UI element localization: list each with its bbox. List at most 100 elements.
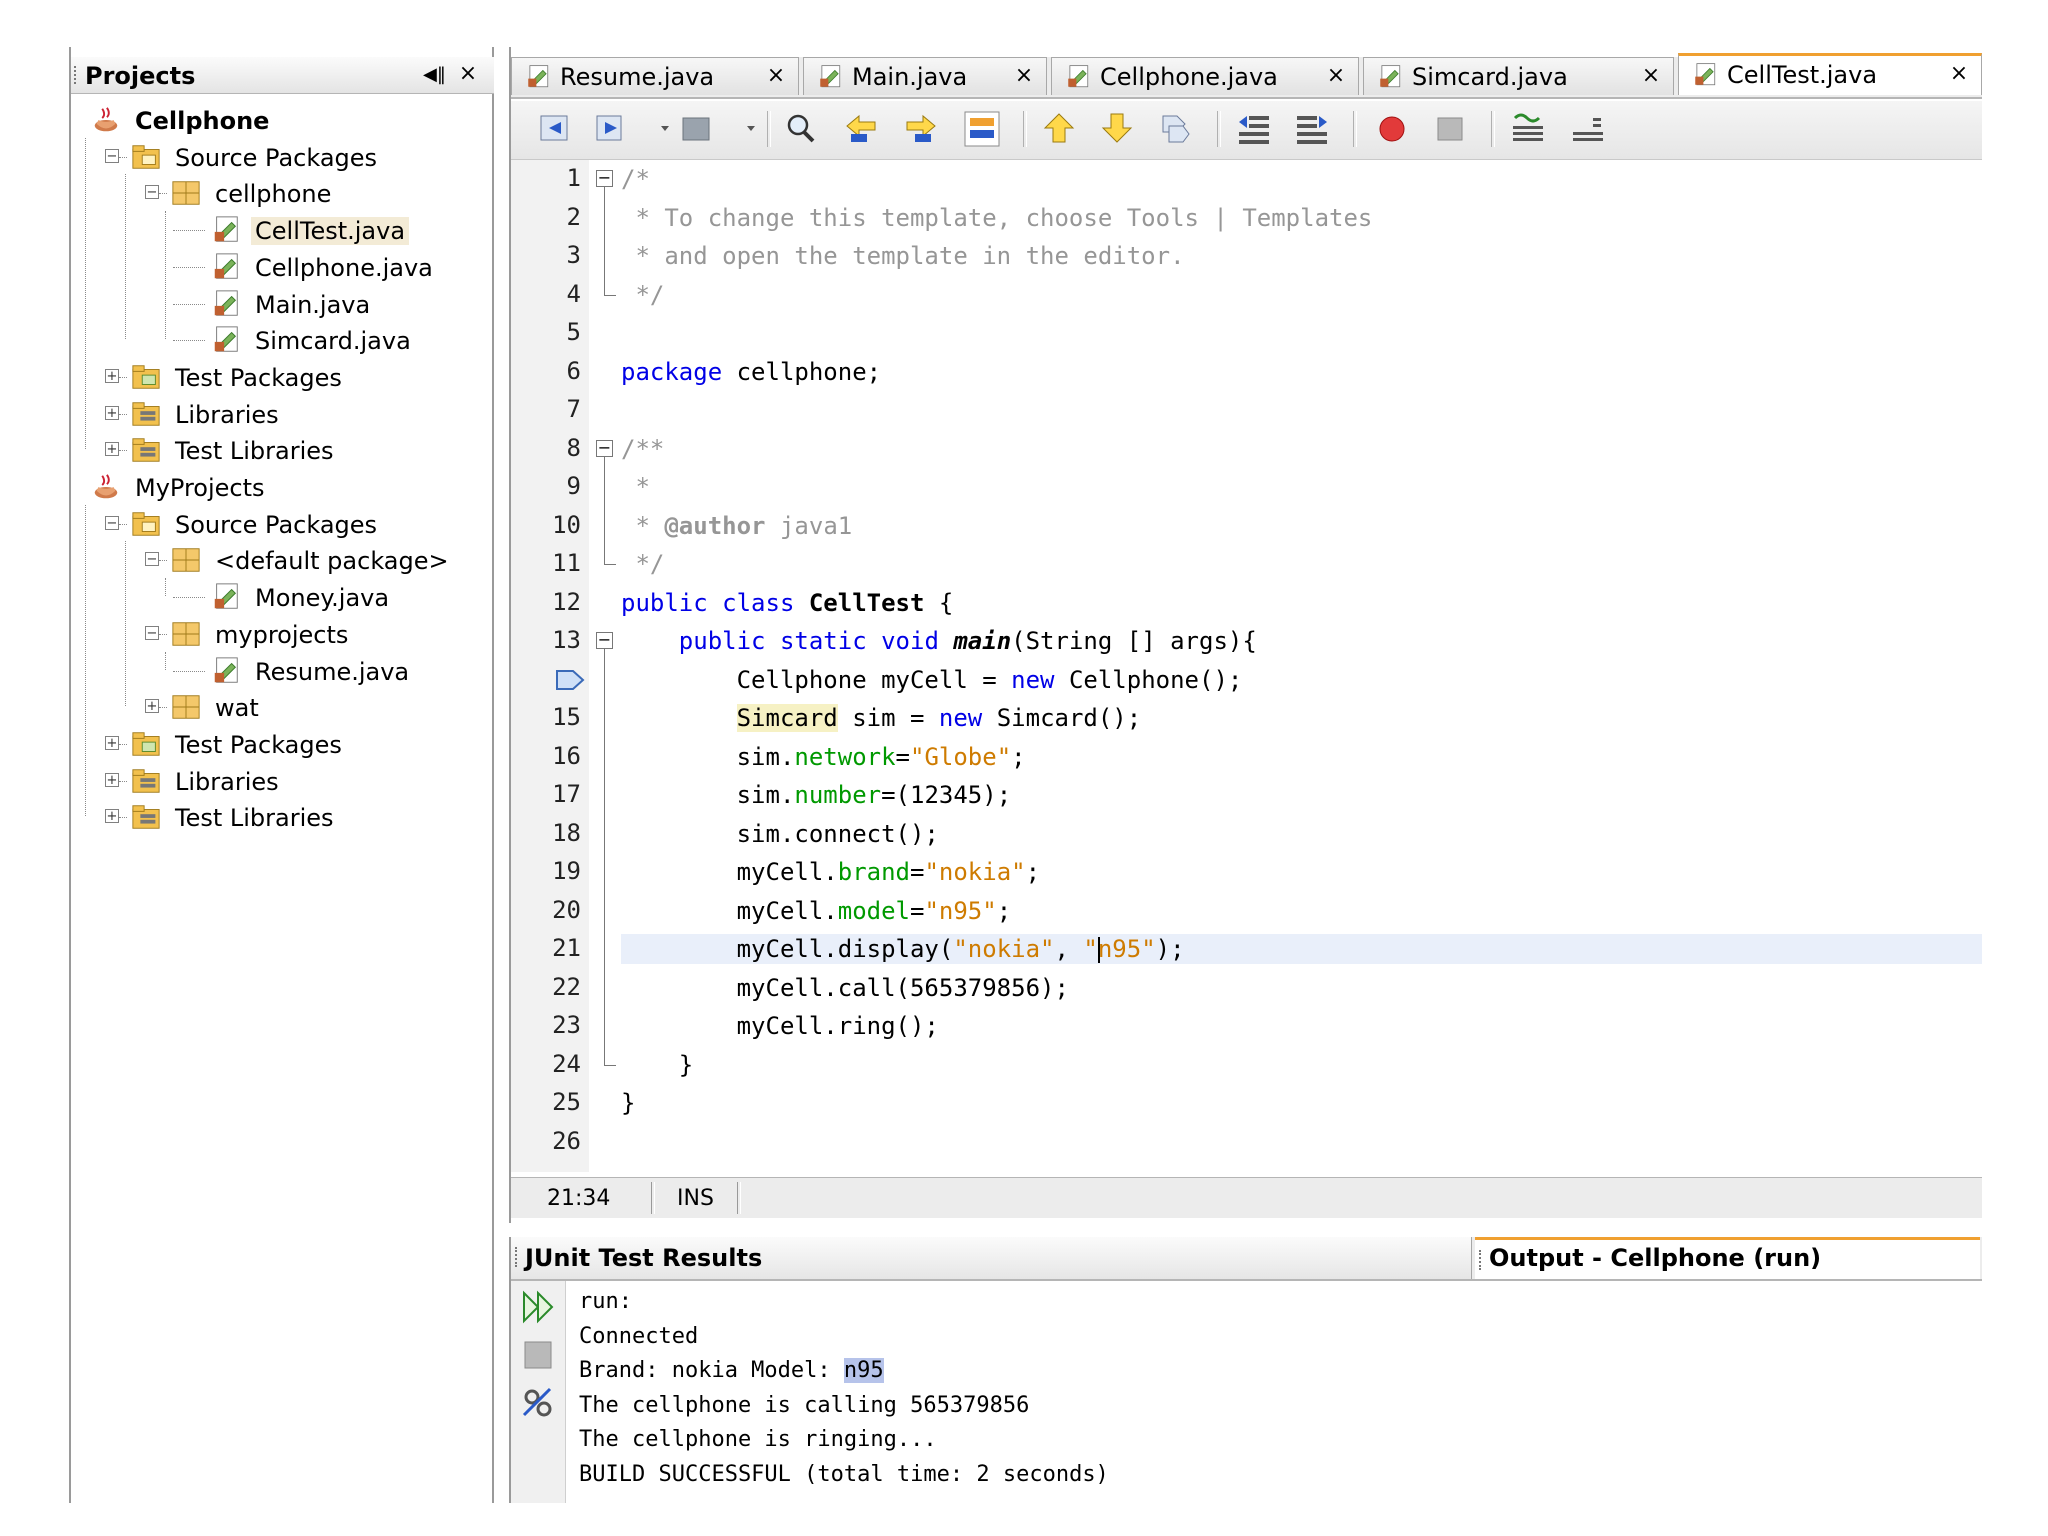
code-line[interactable]: */ [621,280,1982,310]
tab-main-java[interactable]: Main.java × [803,57,1047,95]
output-line[interactable]: run: [579,1285,632,1319]
minimize-window-icon[interactable]: ◀‖ [423,64,446,86]
close-tab-icon[interactable]: × [1326,63,1346,88]
code-line[interactable]: Cellphone myCell = new Cellphone(); [621,665,1982,695]
uncomment-icon[interactable] [1569,110,1607,148]
code-line[interactable]: myCell.call(565379856); [621,973,1982,1003]
tab-output-cellphone-run[interactable]: Output - Cellphone (run) [1475,1237,1980,1279]
tree-item[interactable]: Main.java [71,287,491,323]
collapse-icon[interactable]: − [145,552,159,567]
toggle-highlight-icon[interactable] [963,110,1001,148]
tree-item[interactable]: + wat [71,690,491,726]
code-line[interactable]: Simcard sim = new Simcard(); [621,703,1982,733]
output-line[interactable]: Brand: nokia Model: n95 [579,1354,884,1388]
projects-panel-header[interactable]: Projects ◀‖ × [71,57,494,94]
expand-icon[interactable]: + [105,809,119,824]
tree-item[interactable]: − myprojects [71,617,491,653]
toggle-bookmark-icon[interactable] [1157,110,1195,148]
shift-right-icon[interactable] [1293,110,1331,148]
code-line[interactable]: myCell.model="n95"; [621,896,1982,926]
code-area[interactable]: /* * To change this template, choose Too… [621,160,1982,1172]
drag-grip[interactable] [74,66,79,84]
drag-grip[interactable] [515,1247,517,1267]
tree-item[interactable]: + Test Packages [71,360,491,396]
tree-item[interactable]: − <default package> [71,543,491,579]
find-next-icon[interactable] [903,110,941,148]
code-line[interactable]: } [621,1050,1982,1080]
comment-icon[interactable] [1509,110,1547,148]
drag-grip[interactable] [1479,1250,1481,1270]
tree-item[interactable]: MyProjects [71,470,491,506]
tab-celltest-java[interactable]: CellTest.java × [1678,53,1982,95]
tree-item[interactable]: Resume.java [71,654,491,690]
output-line[interactable]: The cellphone is calling 565379856 [579,1389,1029,1423]
output-line[interactable]: BUILD SUCCESSFUL (total time: 2 seconds) [579,1458,1109,1492]
output-console-text[interactable]: run: Connected Brand: nokia Model: n95 The … [579,1281,1969,1503]
collapse-fold-icon[interactable]: − [596,170,613,187]
rerun-icon[interactable] [519,1289,557,1325]
tree-item[interactable]: Cellphone [71,103,491,139]
code-line[interactable]: } [621,1088,1982,1118]
tree-item[interactable]: Simcard.java [71,323,491,359]
collapse-icon[interactable]: − [145,185,159,200]
tree-item[interactable]: + Test Libraries [71,800,491,836]
close-tab-icon[interactable]: × [1014,63,1034,88]
tree-item[interactable]: + Test Packages [71,727,491,763]
collapse-fold-icon[interactable]: − [596,632,613,649]
expand-icon[interactable]: + [105,735,119,750]
code-line[interactable]: * [621,472,1982,502]
selected-text[interactable]: n95 [843,1358,884,1383]
code-line[interactable]: public static void main(String [] args){ [621,626,1982,656]
code-line[interactable]: * @author java1 [621,511,1982,541]
history-icon[interactable] [679,110,717,148]
tree-item[interactable]: + Libraries [71,764,491,800]
close-tab-icon[interactable]: × [1641,63,1661,88]
code-line[interactable]: * To change this template, choose Tools … [621,203,1982,233]
forward-icon[interactable] [593,110,631,148]
output-line[interactable]: The cellphone is ringing... [579,1423,937,1457]
shift-left-icon[interactable] [1235,110,1273,148]
collapse-fold-icon[interactable]: − [596,439,613,457]
expand-icon[interactable]: + [105,772,119,787]
code-line[interactable]: /** [621,434,1982,464]
code-line[interactable]: myCell.brand="nokia"; [621,857,1982,887]
back-icon[interactable] [535,110,573,148]
tree-item[interactable]: Money.java [71,580,491,616]
code-line[interactable]: * and open the template in the editor. [621,241,1982,271]
code-line[interactable]: /* [621,164,1982,194]
code-line[interactable]: package cellphone; [621,357,1982,387]
tab-simcard-java[interactable]: Simcard.java × [1363,57,1674,95]
tree-item[interactable]: + Libraries [71,397,491,433]
expand-icon[interactable]: + [105,368,119,383]
code-line[interactable]: sim.connect(); [621,819,1982,849]
tree-item[interactable]: Cellphone.java [71,250,491,286]
tree-item[interactable]: − cellphone [71,176,491,212]
close-panel-icon[interactable]: × [457,62,479,86]
close-tab-icon[interactable]: × [1949,61,1969,86]
dropdown-arrow-icon[interactable] [737,110,763,148]
code-line[interactable] [621,1127,1982,1157]
code-line[interactable]: myCell.ring(); [621,1011,1982,1041]
collapse-icon[interactable]: − [145,625,159,640]
expand-icon[interactable]: + [105,442,119,457]
collapse-icon[interactable]: − [105,148,119,163]
start-macro-icon[interactable] [1373,110,1411,148]
stop-icon[interactable] [519,1337,557,1373]
tree-item[interactable]: − Source Packages [71,140,491,176]
find-previous-icon[interactable] [843,110,881,148]
tree-item[interactable]: + Test Libraries [71,433,491,469]
tree-item[interactable]: CellTest.java [71,213,491,249]
code-line[interactable]: myCell.display("nokia", "n95"); [621,934,1982,964]
insert-mode-indicator[interactable]: INS [677,1186,714,1211]
expand-icon[interactable]: + [145,699,159,714]
stop-macro-icon[interactable] [1431,110,1469,148]
tab-resume-java[interactable]: Resume.java × [511,57,799,95]
close-tab-icon[interactable]: × [766,63,786,88]
dropdown-arrow-icon[interactable] [651,110,677,148]
find-icon[interactable] [783,110,821,148]
tree-item[interactable]: − Source Packages [71,507,491,543]
output-line[interactable]: Connected [579,1320,698,1354]
tab-cellphone-java[interactable]: Cellphone.java × [1051,57,1359,95]
expand-icon[interactable]: + [105,405,119,420]
previous-bookmark-icon[interactable] [1041,110,1079,148]
